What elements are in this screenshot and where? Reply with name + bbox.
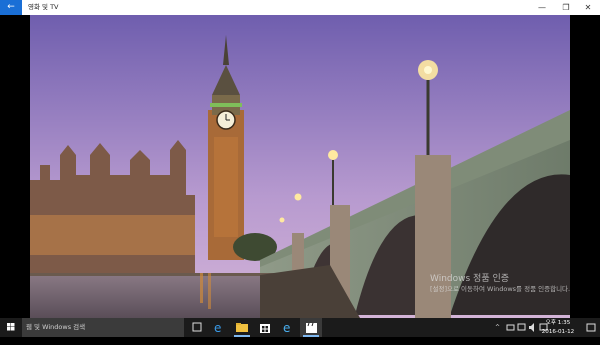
taskbar-internet-explorer[interactable]: e bbox=[277, 318, 299, 337]
network-icon bbox=[517, 323, 526, 331]
video-frame[interactable]: Windows 정품 인증 [설정]으로 이동하여 Windows를 정품 인증… bbox=[30, 15, 570, 318]
video-player[interactable]: Windows 정품 인증 [설정]으로 이동하여 Windows를 정품 인증… bbox=[0, 15, 600, 318]
back-button[interactable]: ← bbox=[0, 0, 22, 15]
windows-logo-icon bbox=[7, 323, 15, 331]
edge-icon: e bbox=[214, 321, 221, 335]
system-clock[interactable]: 오후 1:35 2016-01-12 bbox=[538, 319, 578, 336]
volume-icon bbox=[529, 323, 534, 332]
maximize-button[interactable]: ❐ bbox=[556, 0, 576, 15]
activation-watermark: Windows 정품 인증 [설정]으로 이동하여 Windows를 정품 인증… bbox=[430, 273, 570, 294]
taskbar-edge[interactable]: e bbox=[208, 318, 230, 337]
svg-text:e: e bbox=[283, 321, 290, 335]
minimize-button[interactable]: — bbox=[532, 0, 552, 15]
clock-time: 오후 1:35 bbox=[545, 320, 571, 326]
task-view-icon bbox=[192, 322, 202, 332]
app-title: 영화 및 TV bbox=[28, 3, 59, 11]
taskbar-movies-tv[interactable] bbox=[300, 318, 322, 337]
tray-volume[interactable] bbox=[528, 318, 538, 337]
chevron-up-icon: ^ bbox=[495, 324, 501, 331]
internet-explorer-icon: e bbox=[283, 321, 290, 335]
taskbar-store[interactable] bbox=[254, 318, 276, 337]
tray-battery[interactable] bbox=[506, 318, 516, 337]
action-center-button[interactable] bbox=[585, 318, 597, 337]
watermark-subtitle: [설정]으로 이동하여 Windows를 정품 인증합니다. bbox=[430, 285, 570, 293]
store-icon bbox=[260, 324, 270, 333]
watermark-title: Windows 정품 인증 bbox=[430, 274, 510, 284]
task-view-button[interactable] bbox=[186, 318, 208, 337]
clock-date: 2016-01-12 bbox=[541, 328, 575, 335]
back-arrow-icon: ← bbox=[7, 2, 15, 12]
maximize-icon: ❐ bbox=[562, 3, 570, 12]
search-box[interactable]: 웹 및 Windows 검색 bbox=[22, 318, 184, 337]
tray-network[interactable] bbox=[517, 318, 527, 337]
title-bar: ← 영화 및 TV — ❐ ✕ bbox=[0, 0, 600, 15]
taskbar: 웹 및 Windows 검색 e e ^ 오후 1:35 2016-01-12 bbox=[0, 318, 600, 337]
svg-text:e: e bbox=[214, 321, 221, 335]
close-icon: ✕ bbox=[584, 3, 592, 12]
start-button[interactable] bbox=[0, 318, 22, 337]
tray-overflow-button[interactable]: ^ bbox=[495, 318, 500, 337]
action-center-icon bbox=[586, 323, 596, 332]
minimize-icon: — bbox=[538, 3, 546, 12]
battery-icon bbox=[506, 324, 515, 331]
taskbar-file-explorer[interactable] bbox=[231, 318, 253, 337]
close-button[interactable]: ✕ bbox=[578, 0, 598, 15]
